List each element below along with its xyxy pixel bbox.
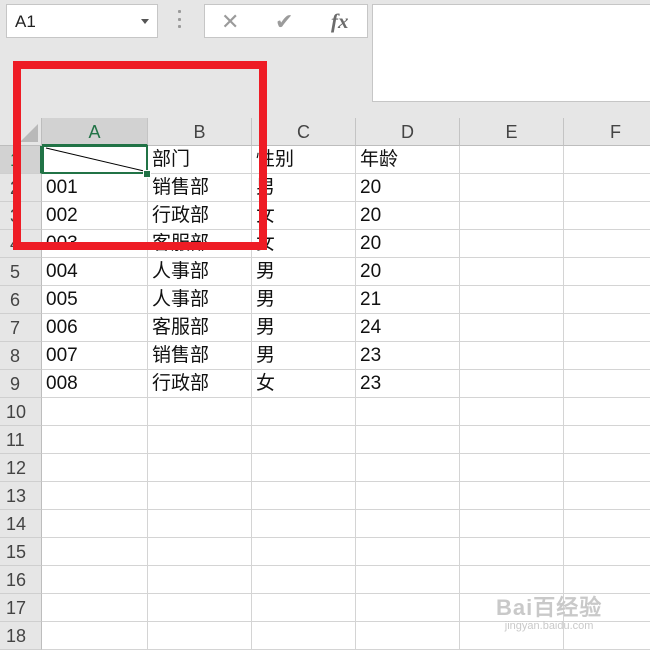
cell-b5[interactable]: 人事部 (148, 258, 209, 286)
cell-c9[interactable]: 女 (252, 370, 275, 398)
column-header-c[interactable]: C (252, 118, 356, 146)
chevron-down-icon[interactable] (141, 19, 149, 24)
cell-a9[interactable]: 008 (42, 370, 78, 398)
column-header-e[interactable]: E (460, 118, 564, 146)
column-header-f[interactable]: F (564, 118, 650, 146)
row-header-15[interactable]: 15 (0, 538, 42, 566)
cell-d2[interactable]: 20 (356, 174, 381, 202)
formula-input[interactable] (372, 4, 650, 102)
row-header-18[interactable]: 18 (0, 622, 42, 650)
row-header-12[interactable]: 12 (0, 454, 42, 482)
row-header-10[interactable]: 10 (0, 398, 42, 426)
watermark: Bai百经验 jingyan.baidu.com (496, 590, 602, 632)
highlight-annotation-box (13, 61, 267, 250)
name-box-value: A1 (15, 12, 36, 31)
cell-b7[interactable]: 客服部 (148, 314, 209, 342)
cell-d6[interactable]: 21 (356, 286, 381, 314)
row-header-14[interactable]: 14 (0, 510, 42, 538)
cell-c6[interactable]: 男 (252, 286, 275, 314)
check-icon[interactable]: ✔ (275, 9, 293, 35)
row-header-13[interactable]: 13 (0, 482, 42, 510)
formula-buttons: ✕ ✔ fx (204, 4, 368, 38)
cell-c7[interactable]: 男 (252, 314, 275, 342)
row-header-8[interactable]: 8 (0, 342, 42, 370)
name-box[interactable]: A1 (6, 4, 158, 38)
column-header-d[interactable]: D (356, 118, 460, 146)
watermark-brand: Bai百经验 (496, 595, 603, 620)
cancel-icon[interactable]: ✕ (221, 9, 239, 35)
cell-d1[interactable]: 年龄 (356, 146, 398, 174)
cell-d8[interactable]: 23 (356, 342, 381, 370)
cell-b9[interactable]: 行政部 (148, 370, 209, 398)
cell-d7[interactable]: 24 (356, 314, 381, 342)
row-header-5[interactable]: 5 (0, 258, 42, 286)
cell-d3[interactable]: 20 (356, 202, 381, 230)
row-header-7[interactable]: 7 (0, 314, 42, 342)
cell-c5[interactable]: 男 (252, 258, 275, 286)
drag-handle-icon[interactable] (176, 10, 182, 28)
cell-b8[interactable]: 销售部 (148, 342, 209, 370)
cell-a7[interactable]: 006 (42, 314, 78, 342)
row-header-11[interactable]: 11 (0, 426, 42, 454)
cell-d4[interactable]: 20 (356, 230, 381, 258)
insert-function-icon[interactable]: fx (331, 9, 349, 34)
cell-d9[interactable]: 23 (356, 370, 381, 398)
cell-d5[interactable]: 20 (356, 258, 381, 286)
cell-a8[interactable]: 007 (42, 342, 78, 370)
watermark-url: jingyan.baidu.com (504, 620, 594, 632)
cell-a6[interactable]: 005 (42, 286, 78, 314)
row-header-16[interactable]: 16 (0, 566, 42, 594)
cell-c8[interactable]: 男 (252, 342, 275, 370)
row-header-9[interactable]: 9 (0, 370, 42, 398)
row-header-17[interactable]: 17 (0, 594, 42, 622)
cell-a5[interactable]: 004 (42, 258, 78, 286)
row-header-6[interactable]: 6 (0, 286, 42, 314)
cell-b6[interactable]: 人事部 (148, 286, 209, 314)
